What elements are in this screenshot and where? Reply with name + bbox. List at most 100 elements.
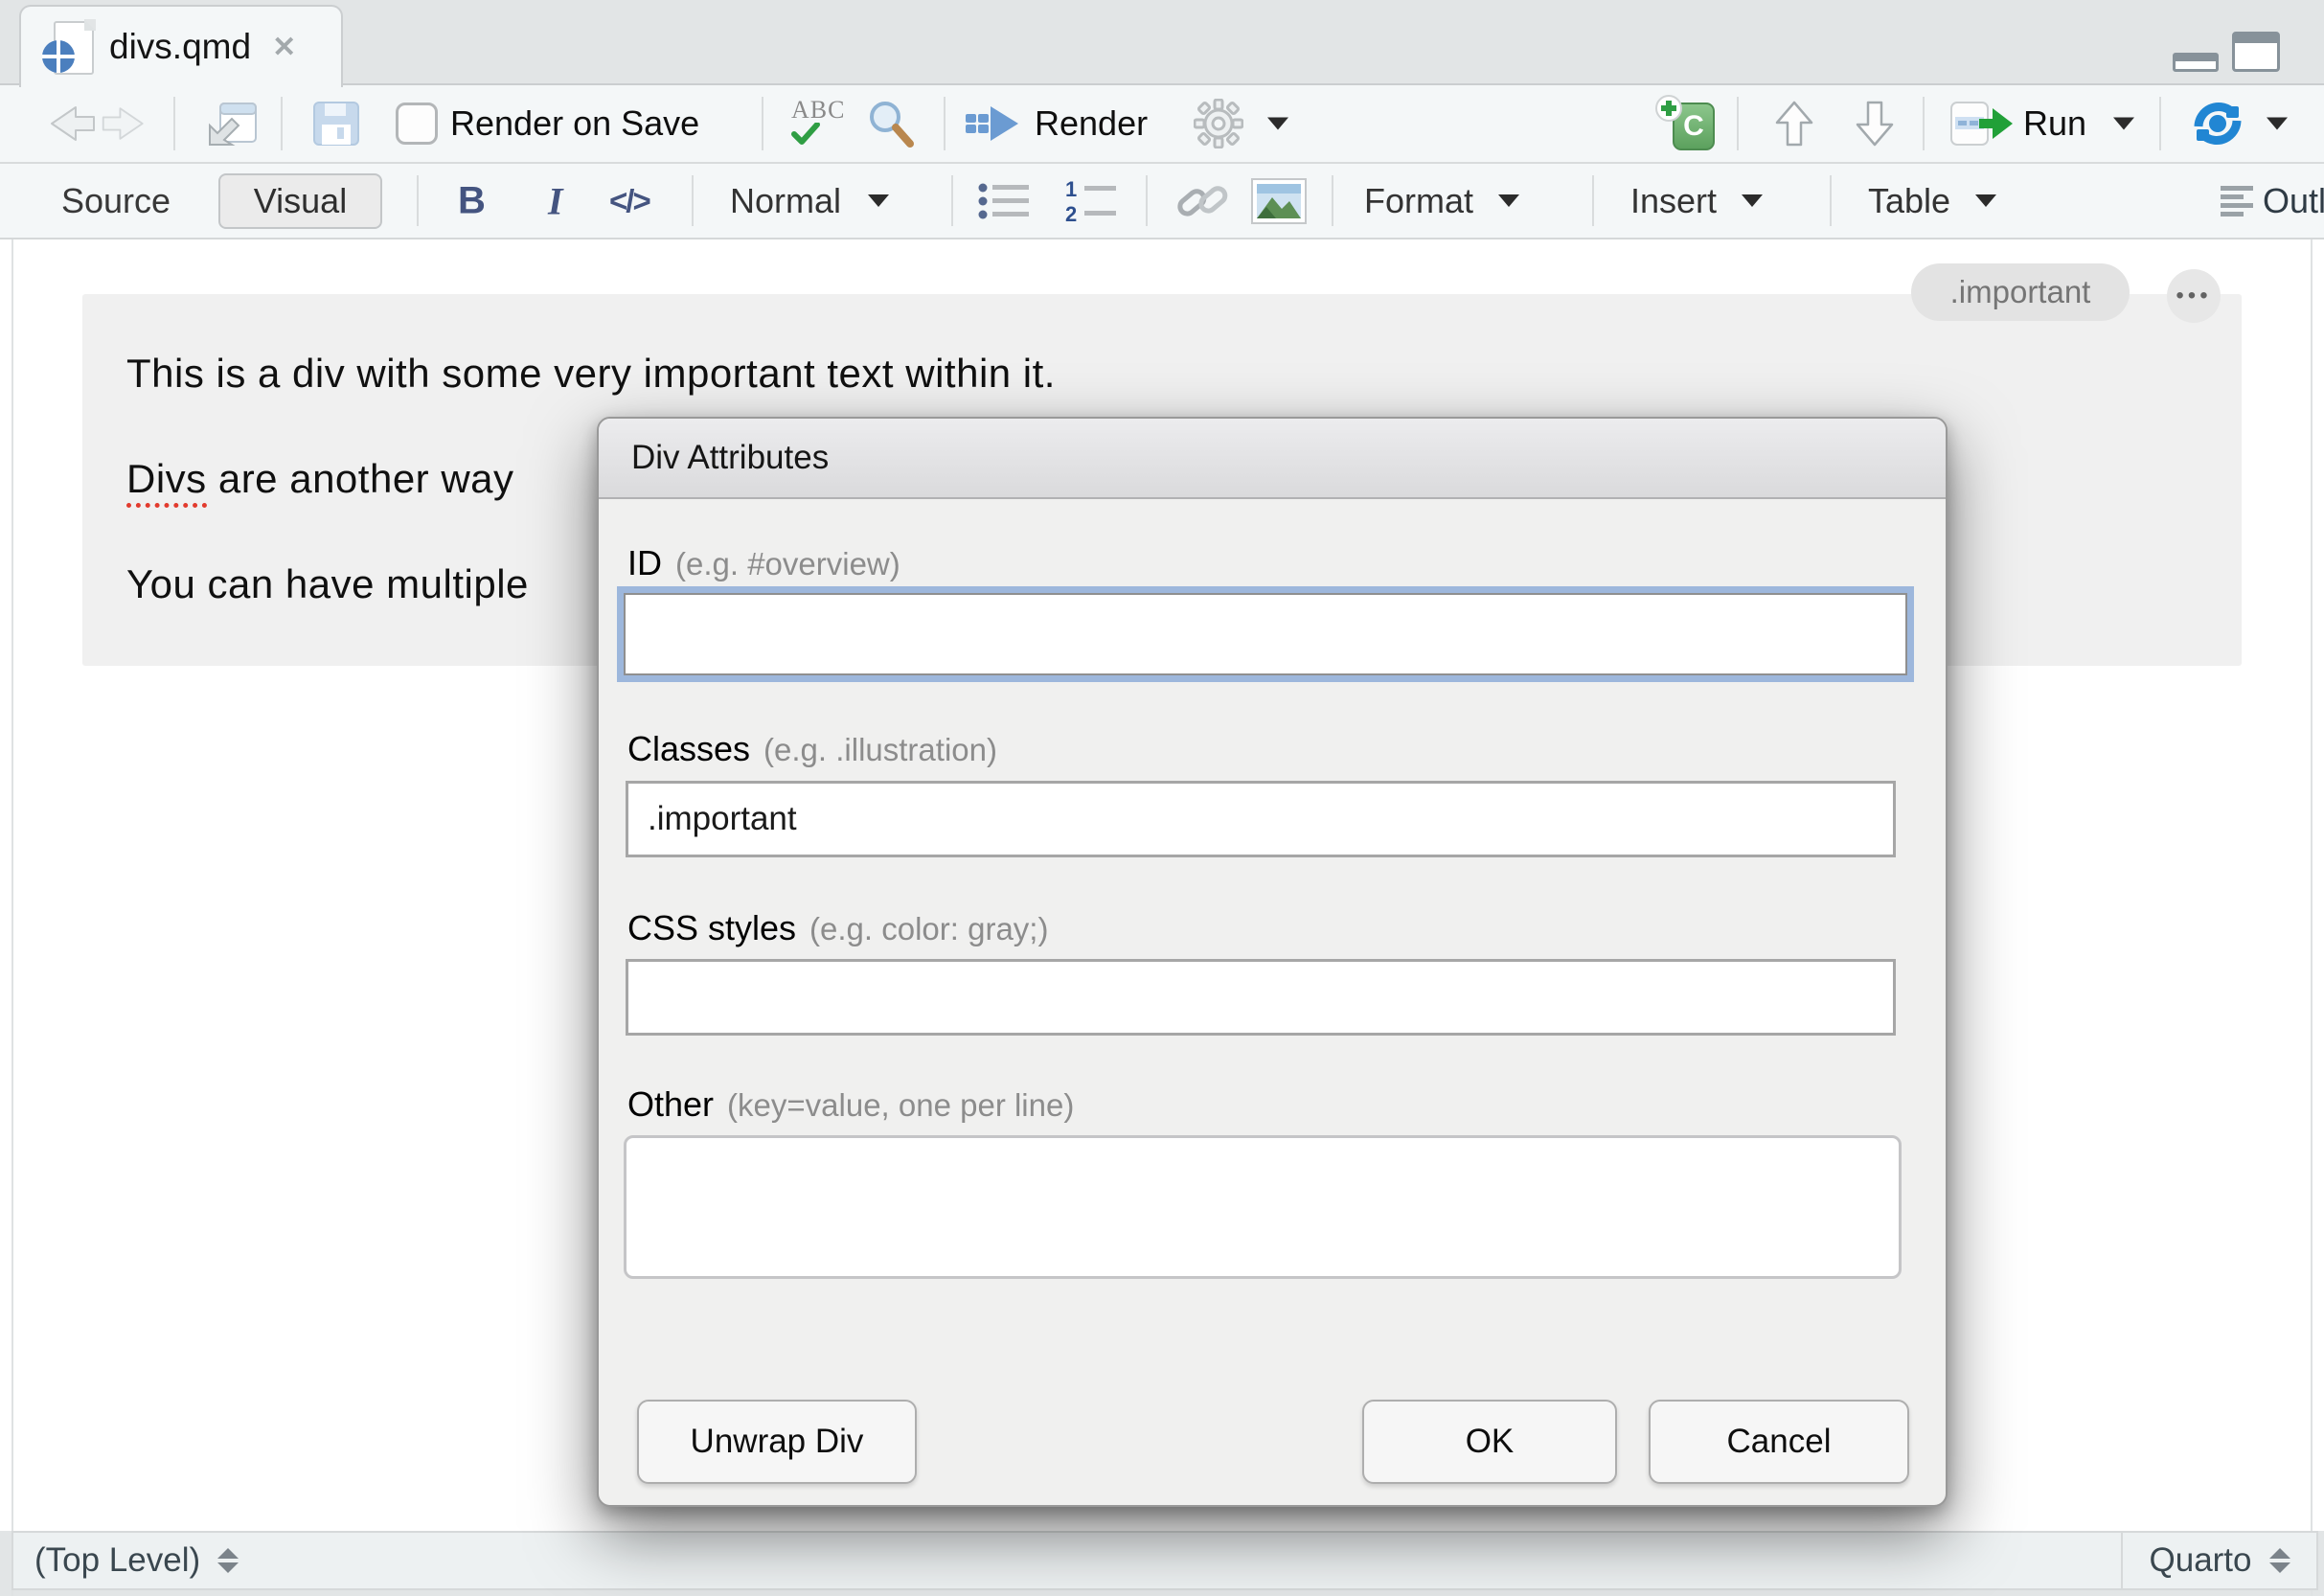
- italic-icon: I: [548, 178, 563, 223]
- save-icon: [313, 102, 359, 146]
- back-arrow-icon: [42, 103, 98, 144]
- render-options-dropdown[interactable]: [1267, 118, 1288, 130]
- render-on-save-label: Render on Save: [450, 103, 699, 144]
- run-button[interactable]: Run: [1950, 102, 2086, 146]
- tab-close-icon[interactable]: ✕: [272, 31, 296, 64]
- document-format-selector[interactable]: Quarto: [2121, 1533, 2316, 1588]
- chevron-down-icon: [1498, 194, 1519, 207]
- css-styles-field-label: CSS styles(e.g. color: gray;): [627, 908, 1048, 948]
- numbered-list-icon: 1 2: [1063, 179, 1119, 223]
- outline-toggle[interactable]: Outline: [2217, 181, 2324, 221]
- render-icon: [966, 103, 1021, 144]
- css-styles-input[interactable]: [626, 959, 1896, 1036]
- insert-image-button[interactable]: [1251, 178, 1307, 224]
- down-arrow-icon: [1855, 100, 1895, 148]
- go-to-next-chunk-button[interactable]: [1855, 100, 1895, 148]
- spellcheck-icon: ABC: [786, 98, 849, 149]
- paragraph[interactable]: You can have multiple: [126, 561, 529, 607]
- paragraph[interactable]: Divs are another way: [126, 456, 514, 502]
- tab-divs-qmd[interactable]: divs.qmd ✕: [19, 5, 343, 87]
- insert-chunk-icon: C: [1655, 95, 1719, 152]
- bold-button[interactable]: B: [458, 179, 486, 222]
- find-replace-button[interactable]: [866, 99, 916, 148]
- ok-button[interactable]: OK: [1362, 1400, 1617, 1484]
- dialog-title: Div Attributes: [631, 439, 829, 477]
- code-button[interactable]: </>: [609, 183, 649, 219]
- chevron-down-icon: [1975, 194, 1996, 207]
- paragraph[interactable]: This is a div with some very important t…: [126, 351, 1056, 397]
- other-input[interactable]: [624, 1135, 1902, 1279]
- insert-chunk-button[interactable]: C: [1655, 95, 1719, 152]
- paragraph-style-dropdown[interactable]: Normal: [730, 181, 889, 221]
- svg-text:1: 1: [1065, 179, 1077, 201]
- back-button[interactable]: [42, 103, 98, 144]
- quarto-file-icon: [42, 19, 94, 75]
- div-overflow-menu-button[interactable]: •••: [2167, 269, 2221, 323]
- chevron-down-icon: [1267, 118, 1288, 130]
- cancel-button[interactable]: Cancel: [1649, 1400, 1909, 1484]
- search-icon: [866, 99, 916, 148]
- minimize-pane-icon[interactable]: [2173, 53, 2219, 72]
- pane-right-edge: [2311, 85, 2313, 1596]
- other-field-label: Other(key=value, one per line): [627, 1084, 1074, 1125]
- save-button[interactable]: [313, 102, 359, 146]
- div-class-badge: .important: [1911, 263, 2130, 321]
- rstudio-editor-window: divs.qmd ✕: [0, 0, 2324, 1596]
- run-label: Run: [2023, 103, 2086, 144]
- ellipsis-icon: •••: [2176, 283, 2211, 309]
- bullet-list-button[interactable]: [977, 179, 1031, 223]
- toolbar-separator: [281, 97, 283, 150]
- misspelled-word: Divs: [126, 456, 207, 508]
- toolbar-separator: [692, 175, 694, 226]
- numbered-list-button[interactable]: 1 2: [1063, 179, 1119, 223]
- forward-button[interactable]: [100, 104, 151, 143]
- chevron-down-icon: [2113, 118, 2134, 130]
- insert-menu[interactable]: Insert: [1630, 181, 1763, 221]
- chevron-down-icon: [1742, 194, 1763, 207]
- sync-icon: [2190, 99, 2245, 148]
- visual-mode-button[interactable]: Visual: [218, 173, 382, 229]
- source-mode-button[interactable]: Source: [61, 181, 171, 221]
- classes-field-label: Classes(e.g. .illustration): [627, 729, 997, 769]
- show-in-new-window-button[interactable]: [205, 101, 259, 147]
- toolbar-separator: [1146, 175, 1148, 226]
- render-button[interactable]: Render: [966, 103, 1148, 144]
- toolbar-separator: [1737, 97, 1739, 150]
- maximize-pane-icon[interactable]: [2232, 32, 2280, 72]
- toolbar-separator: [951, 175, 953, 226]
- gear-icon: [1194, 99, 1243, 148]
- editor-canvas[interactable]: .important ••• This is a div with some v…: [0, 239, 2324, 1531]
- italic-button[interactable]: I: [548, 178, 563, 223]
- insert-link-button[interactable]: [1174, 178, 1230, 224]
- outline-label: Outline: [2263, 181, 2324, 221]
- render-on-save-checkbox[interactable]: [396, 103, 438, 145]
- scope-selector[interactable]: (Top Level): [34, 1541, 239, 1580]
- toolbar-separator: [1332, 175, 1333, 226]
- visual-mode-label: Visual: [254, 181, 347, 221]
- format-menu[interactable]: Format: [1364, 181, 1519, 221]
- bullet-list-icon: [977, 179, 1031, 223]
- outline-icon: [2217, 183, 2255, 219]
- tab-title: divs.qmd: [109, 27, 251, 67]
- id-input[interactable]: [624, 593, 1907, 675]
- toolbar-separator: [944, 97, 946, 150]
- source-options-dropdown[interactable]: [2267, 118, 2288, 130]
- unwrap-div-button[interactable]: Unwrap Div: [637, 1400, 917, 1484]
- table-menu[interactable]: Table: [1868, 181, 1996, 221]
- toolbar-separator: [1923, 97, 1925, 150]
- up-down-icon: [217, 1548, 239, 1573]
- image-icon: [1251, 178, 1307, 224]
- chevron-down-icon: [868, 194, 889, 207]
- go-to-previous-chunk-button[interactable]: [1774, 100, 1814, 148]
- toolbar-separator: [1830, 175, 1832, 226]
- spellcheck-button[interactable]: ABC: [786, 98, 849, 149]
- source-rerun-button[interactable]: [2190, 99, 2245, 148]
- id-field-label: ID(e.g. #overview): [627, 543, 900, 583]
- render-settings-button[interactable]: [1194, 99, 1243, 148]
- run-options-dropdown[interactable]: [2113, 118, 2134, 130]
- classes-input[interactable]: [626, 781, 1896, 857]
- pane-left-edge: [11, 85, 13, 1596]
- render-label: Render: [1035, 103, 1148, 144]
- dialog-titlebar[interactable]: Div Attributes: [599, 419, 1946, 499]
- new-window-icon: [205, 101, 259, 147]
